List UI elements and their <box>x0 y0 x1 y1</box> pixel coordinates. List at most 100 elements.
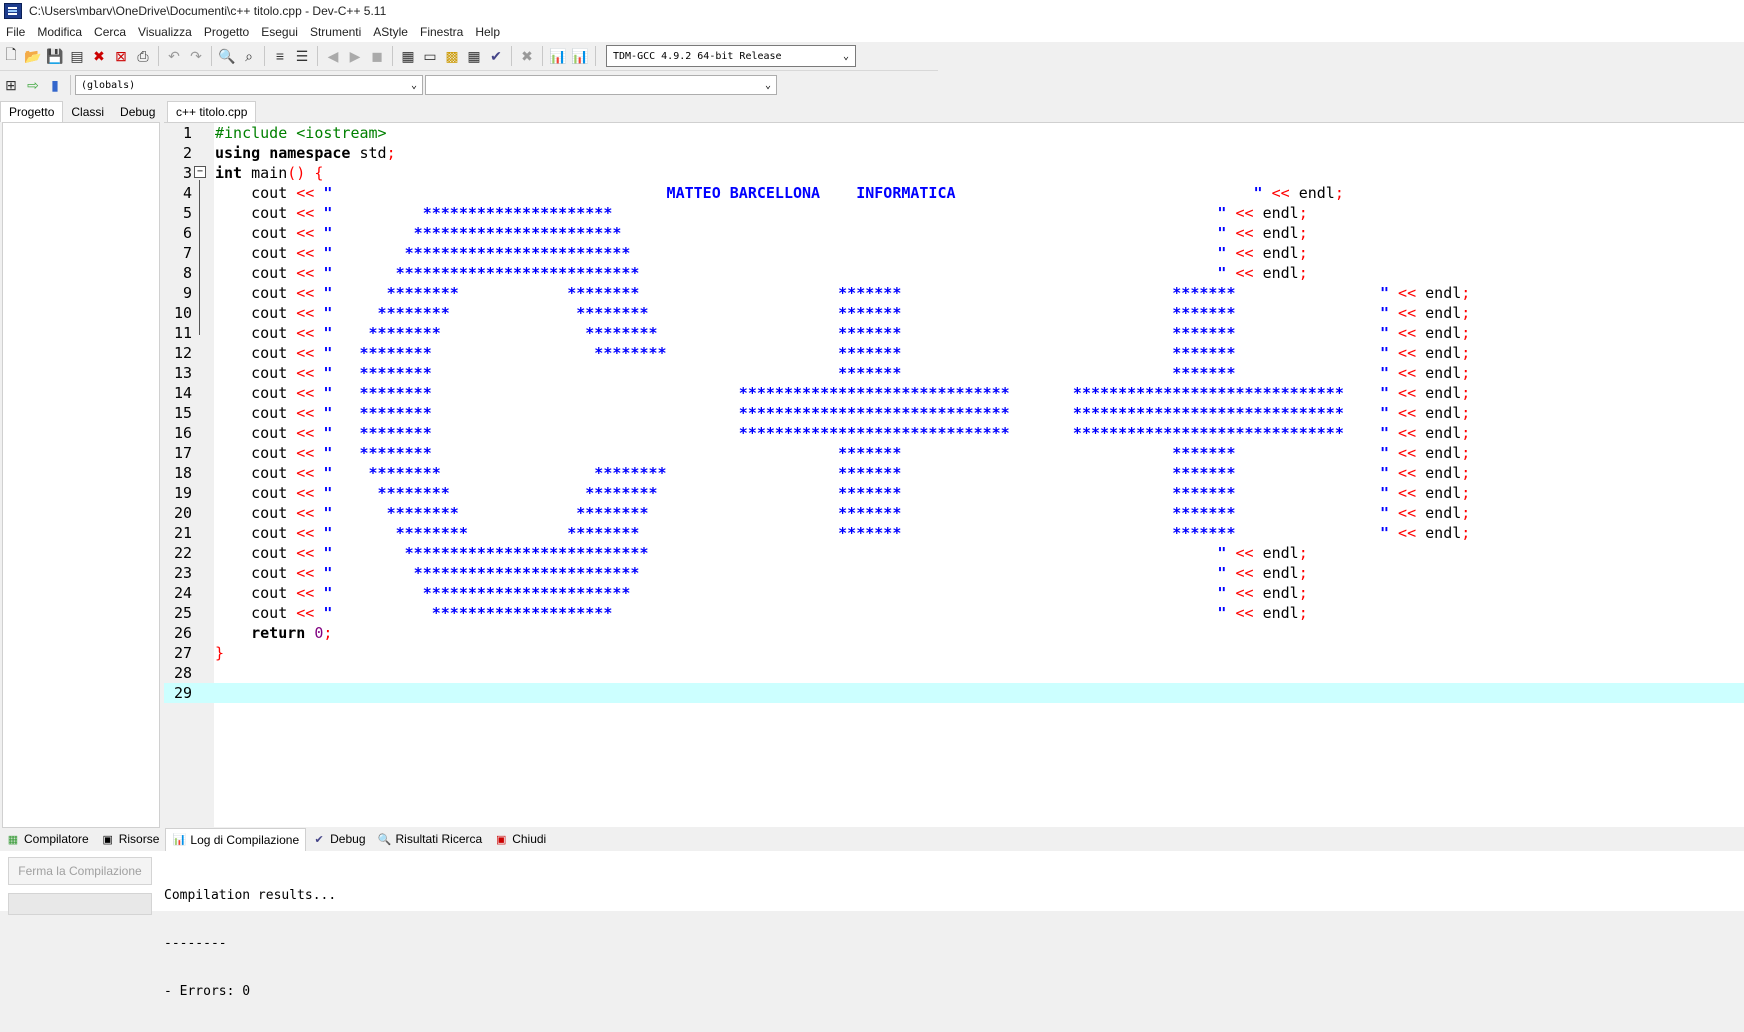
separator <box>211 46 212 66</box>
code-line[interactable]: 9 cout << " ******** ******** ******* **… <box>164 283 1744 303</box>
tab-risorse[interactable]: ▣ Risorse <box>95 828 166 850</box>
menu-cerca[interactable]: Cerca <box>88 25 132 39</box>
chevron-down-icon: ⌄ <box>842 50 849 62</box>
code-line[interactable]: 19 cout << " ******** ******** ******* *… <box>164 483 1744 503</box>
code-line[interactable]: 10 cout << " ******** ******** ******* *… <box>164 303 1744 323</box>
new-file-icon[interactable]: 🗋 <box>1 46 21 66</box>
unindent-icon[interactable]: ☰ <box>292 46 312 66</box>
tab-classi[interactable]: Classi <box>63 102 112 122</box>
project-tree[interactable] <box>2 122 160 828</box>
code-line[interactable]: 27} <box>164 643 1744 663</box>
code-line[interactable]: 17 cout << " ******** ******* ******* " … <box>164 443 1744 463</box>
compile-log-panel: Ferma la Compilazione Compilation result… <box>0 851 1744 999</box>
code-text: } <box>215 644 225 662</box>
code-line[interactable]: 25 cout << " ******************** " << e… <box>164 603 1744 623</box>
code-text: cout << " ************************* " <<… <box>215 244 1308 262</box>
scope-combo[interactable]: (globals) ⌄ <box>75 75 423 95</box>
code-line[interactable]: 5 cout << " ********************* " << e… <box>164 203 1744 223</box>
redo-icon[interactable]: ↷ <box>186 46 206 66</box>
insert-icon[interactable]: ⊞ <box>1 75 21 95</box>
tab-progetto[interactable]: Progetto <box>0 101 64 122</box>
save-all-icon[interactable]: ▤ <box>67 46 87 66</box>
close-file-icon[interactable]: ✖ <box>89 46 109 66</box>
tab-log-compilazione[interactable]: 📊 Log di Compilazione <box>165 827 307 851</box>
line-number: 7 <box>182 244 192 262</box>
stop-compilation-button[interactable]: Ferma la Compilazione <box>8 857 152 885</box>
find-icon[interactable]: 🔍 <box>217 46 237 66</box>
replace-icon[interactable]: ⌕ <box>239 46 259 66</box>
tab-risultati-ricerca[interactable]: 🔍 Risultati Ricerca <box>372 828 489 850</box>
goto-next-icon[interactable]: ▶ <box>345 46 365 66</box>
code-line[interactable]: 11 cout << " ******** ******** ******* *… <box>164 323 1744 343</box>
menu-modifica[interactable]: Modifica <box>31 25 88 39</box>
stop-icon[interactable]: ✖ <box>517 46 537 66</box>
code-text: cout << " *************************** " … <box>215 264 1308 282</box>
code-line[interactable]: 22 cout << " ***************************… <box>164 543 1744 563</box>
tab-compilatore[interactable]: ▦ Compilatore <box>0 828 95 850</box>
code-line[interactable]: 6 cout << " *********************** " <<… <box>164 223 1744 243</box>
code-line[interactable]: 15 cout << " ******** ******************… <box>164 403 1744 423</box>
code-line[interactable]: 26 return 0; <box>164 623 1744 643</box>
menu-bar: File Modifica Cerca Visualizza Progetto … <box>0 22 1744 42</box>
code-line[interactable]: 12 cout << " ******** ******** ******* *… <box>164 343 1744 363</box>
code-line[interactable]: 21 cout << " ******** ******** ******* *… <box>164 523 1744 543</box>
menu-help[interactable]: Help <box>469 25 506 39</box>
scope-combo-value: (globals) <box>81 79 136 91</box>
code-line[interactable]: 14 cout << " ******** ******************… <box>164 383 1744 403</box>
code-line[interactable]: 7 cout << " ************************* " … <box>164 243 1744 263</box>
run-icon[interactable]: ▭ <box>420 46 440 66</box>
goto-bookmark-icon[interactable]: ▮ <box>45 75 65 95</box>
print-icon[interactable]: ⎙ <box>133 46 153 66</box>
code-line[interactable]: 28 <box>164 663 1744 683</box>
line-number: 15 <box>173 404 192 422</box>
menu-strumenti[interactable]: Strumenti <box>304 25 367 39</box>
compiler-select[interactable]: TDM-GCC 4.9.2 64-bit Release ⌄ <box>606 45 856 67</box>
goto-prev-icon[interactable]: ◀ <box>323 46 343 66</box>
compile-run-icon[interactable]: ▩ <box>442 46 462 66</box>
profile-chart-icon[interactable]: 📊 <box>548 46 568 66</box>
separator <box>542 46 543 66</box>
code-line[interactable]: 4 cout << " MATTEO BARCELLONA INFORMATIC… <box>164 183 1744 203</box>
delete-profile-icon[interactable]: 📊 <box>570 46 590 66</box>
separator <box>158 46 159 66</box>
chart-icon: 📊 <box>172 834 187 846</box>
code-editor[interactable]: 1 #include <iostream> 2 using namespace std… <box>164 122 1744 827</box>
code-line[interactable]: 2 using namespace std; <box>164 143 1744 163</box>
menu-file[interactable]: File <box>0 25 31 39</box>
code-line[interactable]: 18 cout << " ******** ******** ******* *… <box>164 463 1744 483</box>
undo-icon[interactable]: ↶ <box>164 46 184 66</box>
code-line[interactable]: 23 cout << " ************************* "… <box>164 563 1744 583</box>
tab-chiudi[interactable]: ▣ Chiudi <box>488 828 552 850</box>
compile-icon[interactable]: ▦ <box>398 46 418 66</box>
editor-tab-file[interactable]: c++ titolo.cpp <box>167 101 257 122</box>
open-file-icon[interactable]: 📂 <box>23 46 43 66</box>
indent-icon[interactable]: ≡ <box>270 46 290 66</box>
check-syntax-icon[interactable]: ✔ <box>486 46 506 66</box>
tab-debug[interactable]: Debug <box>112 102 163 122</box>
save-icon[interactable]: 💾 <box>45 46 65 66</box>
chevron-down-icon: ⌄ <box>764 79 771 91</box>
code-line[interactable]: 3− int main() { <box>164 163 1744 183</box>
separator <box>317 46 318 66</box>
code-line[interactable]: 8 cout << " *************************** … <box>164 263 1744 283</box>
menu-esegui[interactable]: Esegui <box>255 25 304 39</box>
code-line[interactable]: 13 cout << " ******** ******* ******* " … <box>164 363 1744 383</box>
secondary-button[interactable] <box>8 893 152 915</box>
menu-progetto[interactable]: Progetto <box>198 25 255 39</box>
toggle-bookmark-icon[interactable]: ⇨ <box>23 75 43 95</box>
code-line[interactable]: 24 cout << " *********************** " <… <box>164 583 1744 603</box>
code-line[interactable]: 16 cout << " ******** ******************… <box>164 423 1744 443</box>
member-combo[interactable]: ⌄ <box>425 75 777 95</box>
menu-astyle[interactable]: AStyle <box>367 25 414 39</box>
menu-finestra[interactable]: Finestra <box>414 25 469 39</box>
code-line[interactable]: 29 <box>164 683 1744 703</box>
code-line[interactable]: 20 cout << " ******** ******** ******* *… <box>164 503 1744 523</box>
rebuild-icon[interactable]: ▦ <box>464 46 484 66</box>
bookmark-icon[interactable]: ◼ <box>367 46 387 66</box>
code-line[interactable]: 1 #include <iostream> <box>164 123 1744 143</box>
line-number: 28 <box>173 664 192 682</box>
menu-visualizza[interactable]: Visualizza <box>132 25 198 39</box>
close-all-icon[interactable]: ⊠ <box>111 46 131 66</box>
tab-debug-bottom[interactable]: ✔ Debug <box>306 828 371 850</box>
fold-toggle-icon[interactable]: − <box>194 166 206 178</box>
